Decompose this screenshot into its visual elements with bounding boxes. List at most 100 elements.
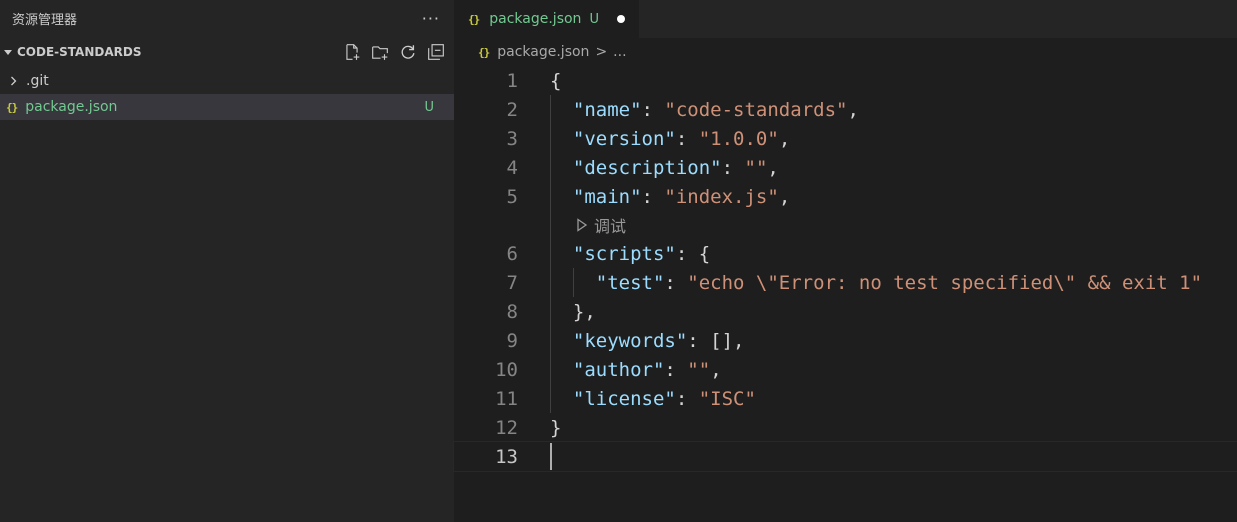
punctuation: : [641,98,665,121]
line-number: 8 [506,300,518,323]
code-line[interactable]: 7 "test": "echo \"Error: no test specifi… [454,268,1237,297]
more-actions-icon[interactable]: ··· [422,9,440,28]
punctuation: , [847,98,859,121]
line-content: { [550,69,562,92]
json-key: "license" [572,387,676,410]
breadcrumb: {} package.json > ... [454,38,1237,66]
line-content: "name": "code-standards", [550,99,859,121]
tab-bar: {} package.json U [454,0,1237,38]
new-folder-icon[interactable] [370,42,390,62]
workspace-section-header[interactable]: CODE-STANDARDS [0,36,454,68]
line-number: 4 [506,156,518,179]
punctuation: { [698,242,711,265]
tree-item-label: .git [26,73,49,89]
punctuation: : [664,358,688,381]
debug-codelens[interactable]: 调试 [576,213,626,237]
json-string: "index.js" [664,185,779,208]
code-line[interactable]: 13 [453,441,1237,472]
workspace-name: CODE-STANDARDS [17,45,142,59]
line-content: "keywords": [], [550,330,745,352]
tab-label: package.json [489,11,582,27]
punctuation: : [664,271,688,294]
code-line[interactable]: 1{ [454,66,1237,95]
code-line[interactable]: 9 "keywords": [], [454,326,1237,355]
line-number: 6 [506,242,518,265]
line-content: "license": "ISC" [550,388,756,410]
punctuation: , [778,185,791,208]
code-line[interactable]: 3 "version": "1.0.0", [454,124,1237,153]
line-number: 5 [506,185,518,208]
json-key: "version" [572,127,676,150]
punctuation: : [641,185,665,208]
code-line[interactable]: 6 "scripts": { [454,239,1237,268]
line-number: 3 [506,127,518,150]
play-icon [576,218,588,232]
line-content: "description": "", [550,157,779,179]
punctuation: , [710,358,722,381]
json-string: "1.0.0" [698,127,779,150]
untracked-badge: U [589,11,599,27]
punctuation: [], [710,329,745,352]
json-string: "code-standards" [664,98,848,121]
json-string: "ISC" [698,387,756,410]
punctuation: , [778,127,791,150]
chevron-right-icon [10,76,18,86]
line-number: 10 [495,358,518,381]
code-editor[interactable]: 1{2 "name": "code-standards", 3 "version"… [453,66,1237,472]
punctuation: : [687,329,711,352]
punctuation: , [767,156,779,179]
json-key: "name" [572,98,642,121]
line-content: "main": "index.js", [550,186,790,208]
explorer-header: 资源管理器 ··· [0,0,454,36]
json-file-icon: {} [6,100,18,114]
codelens-label: 调试 [594,217,627,236]
line-content: }, [550,300,596,323]
indent-guide [572,268,574,297]
tree-item-git-folder[interactable]: .git [0,68,454,94]
line-number: 2 [506,98,518,121]
explorer-title: 资源管理器 [12,12,78,28]
line-number: 9 [506,329,518,352]
json-key: "scripts" [572,242,676,265]
line-content: "version": "1.0.0", [550,128,790,150]
json-file-icon: {} [468,12,480,26]
punctuation: : [721,156,745,179]
collapse-all-icon[interactable] [426,42,446,62]
line-number: 12 [495,416,518,439]
tree-item-label: package.json [25,99,118,115]
tab-package-json[interactable]: {} package.json U [454,0,639,38]
chevron-down-icon [4,49,12,55]
json-key: "test" [595,271,665,294]
indent-guide [550,95,551,413]
new-file-icon[interactable] [342,42,362,62]
code-line[interactable]: 10 "author": "", [454,355,1237,384]
code-line[interactable]: 11 "license": "ISC" [454,384,1237,413]
json-key: "description" [572,156,722,179]
breadcrumb-more[interactable]: ... [613,44,626,60]
refresh-icon[interactable] [398,42,418,62]
code-line[interactable]: 12} [454,413,1237,442]
punctuation: : [675,242,699,265]
json-key: "keywords" [572,329,688,352]
unsaved-dot-icon[interactable] [616,15,625,23]
explorer-sidebar: 资源管理器 ··· CODE-STANDARDS .git {} package… [0,0,454,522]
json-string: "echo \"Error: no test specified\" && ex… [687,271,1203,294]
line-number: 11 [495,387,518,410]
code-line[interactable]: 2 "name": "code-standards", [454,95,1237,124]
line-content: "scripts": { [550,243,710,265]
tree-item-package-json[interactable]: {} package.json U [0,94,454,120]
breadcrumb-file[interactable]: package.json [497,44,589,60]
json-key: "main" [572,185,642,208]
text-cursor [550,443,552,470]
line-content: "author": "", [550,359,722,381]
line-number: 1 [506,69,518,92]
json-key: "author" [572,358,665,381]
json-string: "" [687,358,711,381]
editor-area: {} package.json U {} package.json > ... … [453,0,1237,522]
json-file-icon: {} [478,45,490,59]
json-string: "" [744,156,768,179]
code-line[interactable]: 4 "description": "", [454,153,1237,182]
code-line[interactable]: 8 }, [454,297,1237,326]
code-line[interactable]: 5 "main": "index.js", [454,182,1237,211]
line-number: 7 [506,271,518,294]
